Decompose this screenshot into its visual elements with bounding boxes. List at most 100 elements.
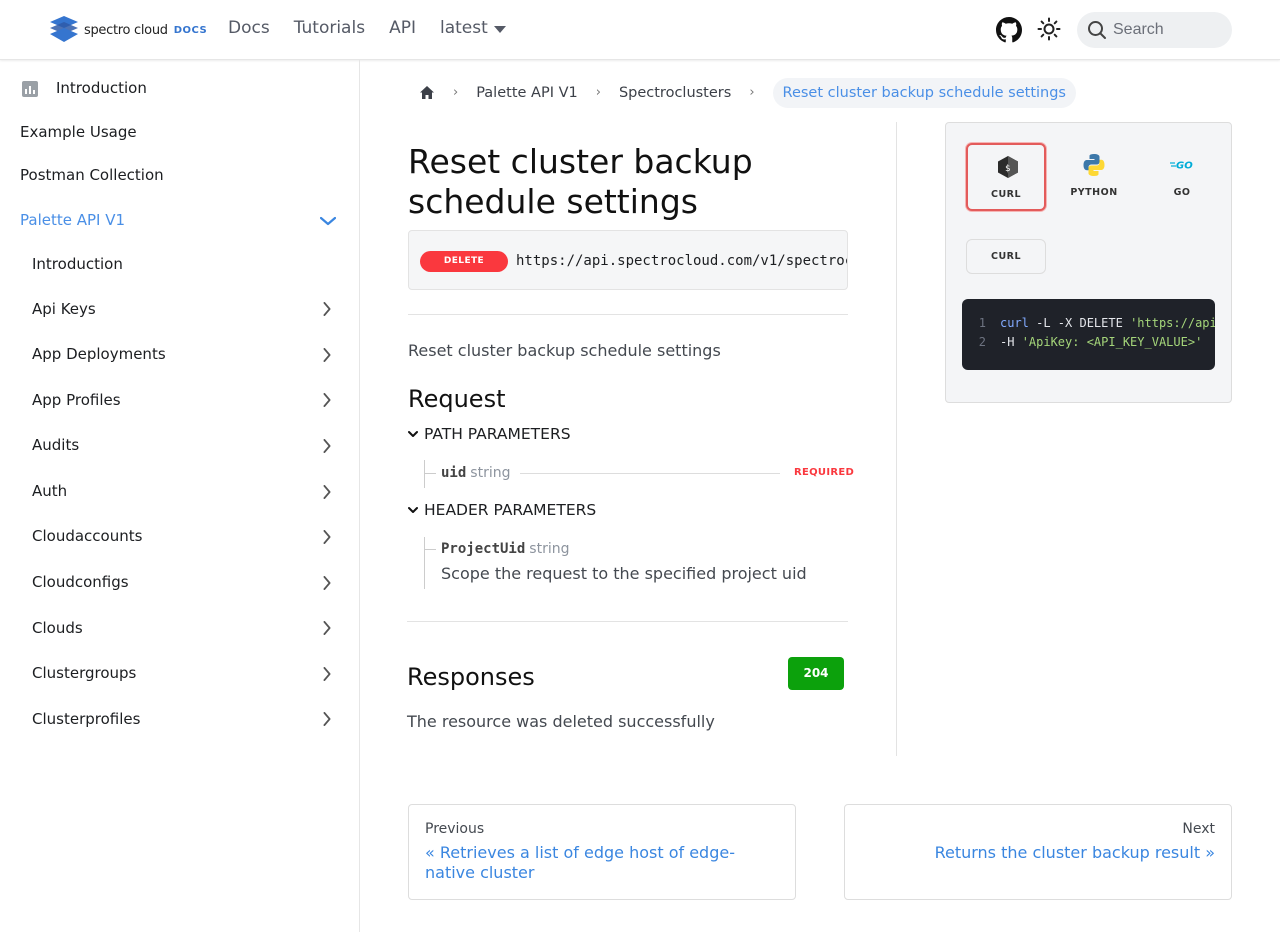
path-parameters-toggle[interactable]: PATH PARAMETERS (408, 425, 571, 443)
sidebar-sub-introduction[interactable]: Introduction (32, 255, 123, 273)
responses-heading: Responses (407, 663, 535, 691)
param-divider (520, 473, 780, 474)
github-icon[interactable] (996, 17, 1022, 43)
code-block[interactable]: 1 curl -L -X DELETE 'https://api.spectroc… (962, 299, 1215, 370)
param-tree-line (424, 537, 425, 589)
search-input[interactable] (1113, 21, 1223, 39)
pager-sublabel: Previous (425, 821, 485, 837)
sidebar-item-palette-api-v1[interactable]: Palette API V1 (20, 211, 125, 229)
breadcrumb-current: Reset cluster backup schedule settings (772, 77, 1076, 108)
go-icon: GO (1170, 161, 1193, 172)
code-token: -H (1000, 335, 1022, 349)
column-divider (896, 122, 897, 756)
logo-badge: DOCS (173, 24, 208, 36)
chevron-right-icon[interactable] (320, 530, 334, 544)
sidebar-sub-clouds[interactable]: Clouds (32, 619, 83, 637)
nav-links: Docs Tutorials API latest (228, 18, 506, 38)
pager-label: « Retrieves a list of edge host of edge-… (425, 843, 735, 882)
sidebar-sub-clusterprofiles[interactable]: Clusterprofiles (32, 710, 140, 728)
endpoint-url[interactable]: https://api.spectrocloud.com/v1/spectroc… (516, 251, 847, 272)
required-badge: REQUIRED (794, 467, 855, 478)
chevron-right-icon[interactable] (320, 712, 334, 726)
header-parameters-toggle[interactable]: HEADER PARAMETERS (408, 501, 596, 519)
version-label: latest (439, 18, 488, 38)
chevron-right-icon[interactable] (320, 667, 334, 681)
sidebar-scroll-area[interactable]: Introduction Example Usage Postman Colle… (0, 60, 359, 728)
sidebar-sub-clustergroups[interactable]: Clustergroups (32, 664, 136, 682)
lang-tab-go[interactable]: GO GO (1142, 143, 1222, 211)
param-uid: uid string (441, 465, 511, 481)
chart-icon (22, 81, 38, 97)
code-samples-panel: $ CURL PYTHON GO GO CURL 1 curl -L -X DEL… (945, 122, 1232, 403)
chevron-right-icon[interactable] (320, 348, 334, 362)
endpoint-box: DELETE https://api.spectrocloud.com/v1/s… (408, 230, 848, 290)
pager-label: Returns the cluster backup result » (934, 843, 1215, 862)
code-token: 'ApiKey: <API_KEY_VALUE>' (1021, 335, 1203, 349)
code-token: 'https://api.spectrocloud.com/v1/spectro… (1130, 316, 1215, 330)
param-name: uid (441, 465, 467, 481)
breadcrumb-item[interactable]: Spectroclusters (619, 85, 731, 101)
chevron-down-icon (408, 431, 418, 437)
chevron-down-icon[interactable] (320, 214, 336, 228)
lang-tab-python[interactable]: PYTHON (1054, 143, 1134, 211)
sidebar-sub-auth[interactable]: Auth (32, 482, 67, 500)
breadcrumb: › Palette API V1 › Spectroclusters › Res… (408, 76, 1076, 109)
param-type: string (470, 465, 511, 481)
lang-tab-curl[interactable]: $ CURL (966, 143, 1046, 211)
caret-down-icon (493, 25, 506, 33)
code-line: 1 curl -L -X DELETE 'https://api.spectroc… (962, 316, 1215, 330)
param-name: ProjectUid (441, 541, 526, 557)
divider (408, 314, 848, 315)
sidebar-sub-cloudconfigs[interactable]: Cloudconfigs (32, 573, 129, 591)
lang-label: PYTHON (1070, 187, 1118, 198)
response-description: The resource was deleted successfully (407, 712, 715, 731)
top-navbar: spectro cloud DOCS Docs Tutorials API la… (0, 0, 1280, 60)
line-number: 2 (978, 335, 986, 349)
pagination-next[interactable]: Next Returns the cluster backup result » (844, 804, 1232, 900)
status-code-tab[interactable]: 204 (788, 657, 844, 690)
chevron-down-icon (408, 507, 418, 513)
version-dropdown[interactable]: latest (440, 18, 506, 38)
param-description: Scope the request to the specified proje… (441, 564, 807, 583)
search-box[interactable] (1077, 12, 1232, 48)
code-line: 2 -H 'ApiKey: <API_KEY_VALUE>' (962, 335, 1203, 349)
bash-icon: $ (998, 156, 1018, 178)
code-token: -L -X DELETE (1028, 316, 1131, 330)
breadcrumb-separator-icon: › (453, 85, 459, 100)
nav-link-api[interactable]: API (389, 18, 416, 38)
chevron-right-icon[interactable] (320, 621, 334, 635)
param-tree-line (424, 460, 425, 488)
chevron-right-icon[interactable] (320, 302, 334, 316)
breadcrumb-separator-icon: › (749, 85, 755, 100)
line-number: 1 (978, 316, 986, 330)
variant-tab-curl[interactable]: CURL (966, 239, 1046, 274)
sidebar: Introduction Example Usage Postman Colle… (0, 60, 360, 932)
page-title: Reset cluster backup schedule settings (408, 142, 753, 221)
sidebar-item-example-usage[interactable]: Example Usage (20, 123, 137, 141)
nav-link-docs[interactable]: Docs (228, 18, 270, 38)
search-icon (1088, 21, 1106, 39)
theme-toggle-sun-icon[interactable] (1037, 17, 1061, 41)
sidebar-sub-app-profiles[interactable]: App Profiles (32, 391, 121, 409)
pagination-previous[interactable]: Previous « Retrieves a list of edge host… (408, 804, 796, 900)
endpoint-description: Reset cluster backup schedule settings (408, 341, 721, 360)
lang-label: CURL (990, 189, 1022, 200)
sidebar-sub-app-deployments[interactable]: App Deployments (32, 345, 166, 363)
breadcrumb-separator-icon: › (595, 85, 601, 100)
sidebar-item-introduction[interactable]: Introduction (56, 79, 147, 97)
nav-link-tutorials[interactable]: Tutorials (294, 18, 365, 38)
chevron-right-icon[interactable] (320, 439, 334, 453)
home-icon[interactable] (419, 85, 435, 101)
sidebar-sub-cloudaccounts[interactable]: Cloudaccounts (32, 527, 142, 545)
logo-text: spectro cloud (84, 22, 168, 38)
sidebar-item-postman-collection[interactable]: Postman Collection (20, 166, 164, 184)
chevron-right-icon[interactable] (320, 485, 334, 499)
request-heading: Request (408, 385, 506, 413)
sidebar-sub-audits[interactable]: Audits (32, 436, 79, 454)
logo[interactable]: spectro cloud DOCS (48, 16, 207, 44)
sidebar-sub-api-keys[interactable]: Api Keys (32, 300, 96, 318)
chevron-right-icon[interactable] (320, 576, 334, 590)
breadcrumb-item[interactable]: Palette API V1 (476, 85, 578, 101)
chevron-right-icon[interactable] (320, 393, 334, 407)
param-project-uid: ProjectUid string (441, 541, 570, 557)
